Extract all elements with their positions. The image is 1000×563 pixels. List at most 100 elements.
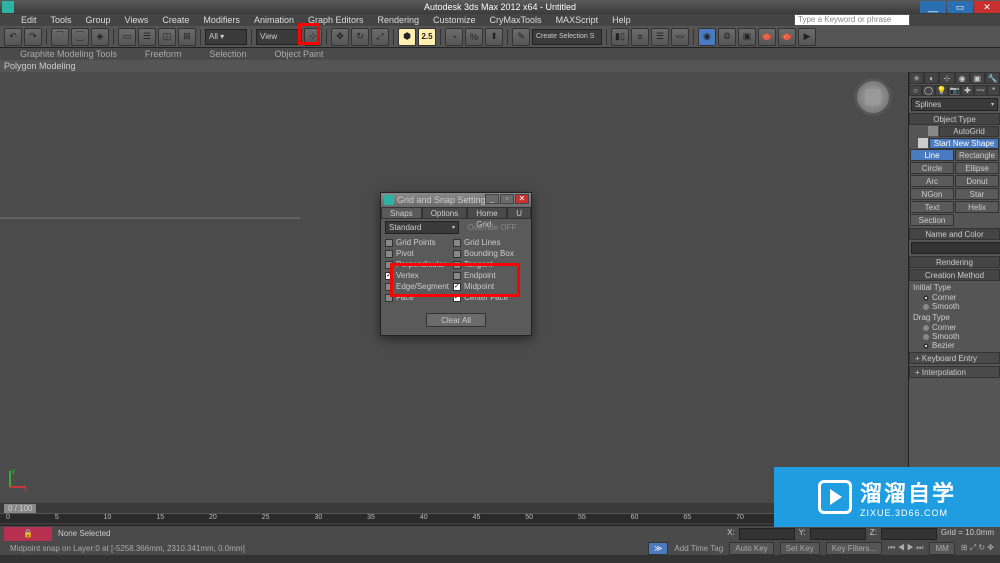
select-button[interactable]: ▭ — [118, 28, 136, 46]
menu-rendering[interactable]: Rendering — [371, 15, 427, 25]
rollout-keyboard-entry[interactable]: Keyboard Entry — [909, 352, 1000, 364]
snap-type-dropdown[interactable]: Standard — [385, 221, 459, 234]
snap-25-button[interactable]: 2.5 — [418, 28, 436, 46]
btn-rectangle[interactable]: Rectangle — [955, 149, 999, 161]
coord-dropdown[interactable]: View — [256, 29, 302, 45]
tab-usergrids[interactable]: U — [507, 207, 531, 219]
btn-section[interactable]: Section — [910, 214, 954, 226]
selection-lock-icon[interactable]: 🔒 — [4, 527, 52, 541]
filter-dropdown[interactable]: All ▾ — [205, 29, 247, 45]
btn-ellipse[interactable]: Ellipse — [955, 162, 999, 174]
edit-selection-button[interactable]: ✎ — [512, 28, 530, 46]
menu-crymaxtools[interactable]: CryMaxTools — [483, 15, 549, 25]
viewcube[interactable] — [854, 78, 892, 116]
menu-tools[interactable]: Tools — [44, 15, 79, 25]
render-button[interactable]: 🫖 — [758, 28, 776, 46]
dialog-titlebar[interactable]: Grid and Snap Settings _ ▫ ✕ — [381, 193, 531, 207]
sub-cameras-icon[interactable]: 📷 — [948, 85, 961, 96]
menu-maxscript[interactable]: MAXScript — [549, 15, 606, 25]
select-region-button[interactable]: ◫ — [158, 28, 176, 46]
x-field[interactable] — [739, 528, 795, 540]
startnew-checkbox[interactable] — [918, 138, 928, 148]
btn-text[interactable]: Text — [910, 201, 954, 213]
startnew-label[interactable]: Start New Shape — [929, 138, 999, 149]
snap-pivot[interactable]: Pivot — [385, 248, 453, 259]
layers-button[interactable]: ☰ — [651, 28, 669, 46]
menu-create[interactable]: Create — [155, 15, 196, 25]
sub-helpers-icon[interactable]: ✚ — [961, 85, 974, 96]
addtimetag[interactable]: Add Time Tag — [674, 544, 723, 553]
z-field[interactable] — [881, 528, 937, 540]
menu-animation[interactable]: Animation — [247, 15, 301, 25]
btn-line[interactable]: Line — [910, 149, 954, 161]
keyfilters-button[interactable]: Key Filters... — [826, 542, 882, 555]
header-rendering[interactable]: Rendering — [909, 256, 1000, 268]
mirror-button[interactable]: ▮▯ — [611, 28, 629, 46]
material-editor-button[interactable]: ◉ — [698, 28, 716, 46]
object-name-input[interactable] — [911, 242, 1000, 254]
undo-button[interactable]: ↶ — [4, 28, 22, 46]
tab-utilities-icon[interactable]: 🔧 — [985, 72, 1000, 84]
render-frame-button[interactable]: ▣ — [738, 28, 756, 46]
spinner-snap-button[interactable]: ⬍ — [485, 28, 503, 46]
select-name-button[interactable]: ☰ — [138, 28, 156, 46]
sub-space-icon[interactable]: 〰 — [974, 85, 987, 96]
tab-homegrid[interactable]: Home Grid — [467, 207, 507, 219]
viewport-content[interactable] — [0, 72, 300, 222]
angle-snap-button[interactable]: ◔ — [445, 28, 463, 46]
tab-snaps[interactable]: Snaps — [381, 207, 422, 219]
nav-controls[interactable]: ⊞ ⤢ ↻ ✥ — [961, 543, 994, 553]
render-last-button[interactable]: ▶ — [798, 28, 816, 46]
setkey-button[interactable]: Set Key — [780, 542, 820, 555]
rollout-interpolation[interactable]: Interpolation — [909, 366, 1000, 378]
tab-display-icon[interactable]: ▣ — [970, 72, 985, 84]
snap-toggle-button[interactable]: ⬢ — [398, 28, 416, 46]
percent-snap-button[interactable]: % — [465, 28, 483, 46]
snap-gridpoints[interactable]: Grid Points — [385, 237, 453, 248]
named-selection-dropdown[interactable]: Create Selection S — [532, 29, 602, 45]
mm-button[interactable]: MM — [929, 542, 954, 555]
menu-views[interactable]: Views — [118, 15, 156, 25]
btn-ngon[interactable]: NGon — [910, 188, 954, 200]
radio-smooth2[interactable]: Smooth — [923, 332, 998, 341]
dialog-min-button[interactable]: _ — [485, 194, 499, 204]
search-input[interactable]: Type a Keyword or phrase — [794, 14, 910, 26]
tab-modify-icon[interactable]: ◐ — [924, 72, 939, 84]
autokey-button[interactable]: Auto Key — [729, 542, 773, 555]
playback-controls[interactable]: ⏮ ◀ ▶ ⏭ — [888, 543, 923, 553]
radio-corner2[interactable]: Corner — [923, 323, 998, 332]
autogrid-checkbox[interactable] — [928, 126, 938, 136]
link-button[interactable]: ⁀ — [51, 28, 69, 46]
select-move-button[interactable]: ✥ — [331, 28, 349, 46]
menu-group[interactable]: Group — [79, 15, 118, 25]
tab-options[interactable]: Options — [422, 207, 468, 219]
tab-hierarchy-icon[interactable]: ⊹ — [939, 72, 954, 84]
dialog-max-button[interactable]: ▫ — [500, 194, 514, 204]
radio-corner[interactable]: Corner — [923, 293, 998, 302]
menu-edit[interactable]: Edit — [14, 15, 44, 25]
radio-smooth[interactable]: Smooth — [923, 302, 998, 311]
close-button[interactable]: ✕ — [974, 1, 1000, 13]
menu-modifiers[interactable]: Modifiers — [196, 15, 247, 25]
dialog-close-button[interactable]: ✕ — [515, 194, 529, 204]
curve-editor-button[interactable]: 〰 — [671, 28, 689, 46]
sub-shapes-icon[interactable]: ◯ — [922, 85, 935, 96]
btn-arc[interactable]: Arc — [910, 175, 954, 187]
ribbon-tab-objectpaint[interactable]: Object Paint — [260, 49, 337, 59]
sub-lights-icon[interactable]: 💡 — [935, 85, 948, 96]
y-field[interactable] — [810, 528, 866, 540]
snap-gridlines[interactable]: Grid Lines — [453, 237, 521, 248]
sub-geometry-icon[interactable]: ○ — [909, 85, 922, 96]
bind-button[interactable]: ◈ — [91, 28, 109, 46]
ribbon-tab-freeform[interactable]: Freeform — [131, 49, 196, 59]
select-rotate-button[interactable]: ↻ — [351, 28, 369, 46]
btn-circle[interactable]: Circle — [910, 162, 954, 174]
unlink-button[interactable]: ⁐ — [71, 28, 89, 46]
select-scale-button[interactable]: ⤢ — [371, 28, 389, 46]
tab-motion-icon[interactable]: ◉ — [955, 72, 970, 84]
script-button[interactable]: ≫ — [648, 542, 668, 555]
render-prod-button[interactable]: 🫖 — [778, 28, 796, 46]
snap-bbox[interactable]: Bounding Box — [453, 248, 521, 259]
shapes-dropdown[interactable]: Splines — [911, 98, 998, 111]
radio-bezier[interactable]: Bezier — [923, 341, 998, 350]
